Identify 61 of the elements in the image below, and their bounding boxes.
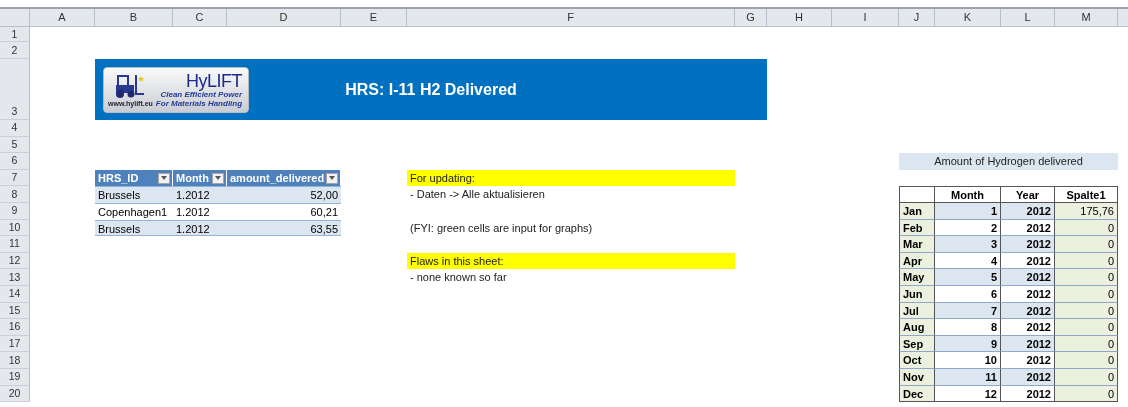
column-header[interactable]: L (1001, 9, 1055, 27)
row-label: May (899, 269, 935, 286)
column-header[interactable]: B (95, 9, 173, 27)
table-cell: Brussels (95, 186, 173, 203)
filter-dropdown-button[interactable] (158, 172, 170, 184)
row-header[interactable]: 13 (0, 269, 30, 286)
column-header[interactable]: M (1055, 9, 1118, 27)
row-header[interactable]: 16 (0, 319, 30, 336)
table-cell: 0 (1055, 319, 1118, 336)
summary-title: Amount of Hydrogen delivered (899, 153, 1118, 170)
row-header[interactable]: 1 (0, 27, 30, 42)
filter-dropdown-button[interactable] (212, 172, 224, 184)
column-heading: Spalte1 (1055, 186, 1118, 203)
column-header[interactable]: H (767, 9, 832, 27)
note-text: - Daten -> Alle aktualisieren (409, 187, 546, 203)
logo-tagline: For Materials Handling (155, 98, 243, 108)
table-cell: 0 (1055, 352, 1118, 369)
table-cell: 0 (1055, 236, 1118, 253)
row-header[interactable]: 8 (0, 186, 30, 203)
column-heading[interactable]: amount_delivered (227, 169, 341, 187)
column-header[interactable]: I (832, 9, 899, 27)
column-header[interactable]: A (30, 9, 95, 27)
table-cell: 2012 (1001, 352, 1055, 369)
column-heading: Year (1001, 186, 1055, 203)
row-header[interactable]: 3 (0, 59, 30, 120)
row-label: Oct (899, 352, 935, 369)
note-heading: For updating: (407, 169, 735, 187)
row-label: Aug (899, 319, 935, 336)
column-header[interactable]: G (735, 9, 767, 27)
column-heading[interactable]: HRS_ID (95, 169, 173, 187)
table-cell: 1.2012 (173, 186, 227, 203)
column-header[interactable]: E (341, 9, 407, 27)
note-text: - none known so far (409, 270, 508, 286)
column-header[interactable]: J (899, 9, 935, 27)
table-cell: 0 (1055, 269, 1118, 286)
table-cell: 10 (935, 352, 1001, 369)
table-cell: 2012 (1001, 319, 1055, 336)
filter-dropdown-button[interactable] (326, 172, 338, 184)
table-cell: 3 (935, 236, 1001, 253)
table-cell: 8 (935, 319, 1001, 336)
note-heading: Flaws in this sheet: (407, 252, 735, 270)
note-text: (FYI: green cells are input for graphs) (409, 220, 594, 236)
row-header[interactable]: 2 (0, 42, 30, 59)
column-header[interactable]: F (407, 9, 735, 27)
banner-title: HRS: I-11 H2 Delivered (345, 80, 517, 98)
forklift-icon (114, 72, 147, 99)
row-header[interactable]: 4 (0, 120, 30, 137)
column-header[interactable]: C (173, 9, 227, 27)
table-cell: 5 (935, 269, 1001, 286)
column-heading[interactable]: Month (173, 169, 227, 187)
row-header[interactable]: 6 (0, 153, 30, 170)
row-label: Mar (899, 236, 935, 253)
table-cell: 2012 (1001, 236, 1055, 253)
row-header[interactable]: 11 (0, 236, 30, 253)
row-header[interactable]: 18 (0, 352, 30, 369)
table-cell: 52,00 (227, 186, 341, 203)
column-heading: Month (935, 186, 1001, 203)
column-header[interactable]: K (935, 9, 1001, 27)
logo-wordmark: HyLIFT (186, 71, 243, 90)
table-cell: 2012 (1001, 269, 1055, 286)
column-header[interactable]: D (227, 9, 341, 27)
